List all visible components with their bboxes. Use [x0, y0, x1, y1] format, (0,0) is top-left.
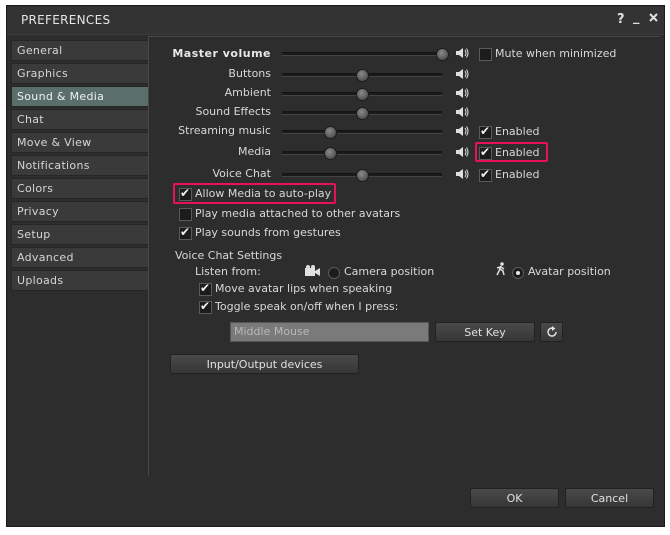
streaming-music-volume-knob[interactable] — [323, 126, 337, 139]
tab-uploads[interactable]: Uploads — [11, 270, 149, 291]
move-lips-checkbox[interactable] — [199, 281, 212, 296]
reset-key-button[interactable] — [540, 322, 563, 342]
play-attached-media-label: Play media attached to other avatars — [195, 207, 401, 220]
minimize-button[interactable]: _ — [633, 10, 640, 25]
play-gestures-label: Play sounds from gestures — [195, 226, 341, 239]
refresh-icon — [546, 326, 557, 337]
media-enabled-highlight — [475, 142, 548, 162]
tab-setup[interactable]: Setup — [11, 224, 149, 245]
mute-minimized-checkbox[interactable] — [479, 48, 492, 61]
camera-position-radio[interactable] — [328, 267, 340, 279]
title-bar[interactable]: PREFERENCES ? _ — [7, 6, 664, 35]
voice-chat-volume-knob[interactable] — [355, 169, 369, 182]
master-volume-knob[interactable] — [435, 48, 449, 61]
ambient-volume-knob[interactable] — [355, 88, 369, 101]
play-gestures-checkbox[interactable] — [179, 225, 192, 240]
close-icon — [649, 13, 658, 22]
speak-key-field[interactable]: Middle Mouse — [230, 322, 429, 342]
input-output-devices-button[interactable]: Input/Output devices — [170, 354, 359, 374]
toggle-speak-checkbox[interactable] — [199, 299, 212, 314]
voice-chat-enabled-label: Enabled — [495, 168, 540, 181]
speaker-icon[interactable] — [455, 87, 469, 99]
move-lips-label: Move avatar lips when speaking — [215, 282, 393, 295]
voice-chat-enabled-checkbox[interactable] — [479, 167, 492, 182]
streaming-music-enabled-checkbox[interactable] — [479, 124, 492, 139]
camera-position-label: Camera position — [344, 265, 435, 278]
ambient-volume-label: Ambient — [224, 86, 271, 99]
tab-colors[interactable]: Colors — [11, 178, 149, 199]
allow-autoplay-highlight — [173, 183, 336, 204]
sound-effects-volume-label: Sound Effects — [195, 105, 271, 118]
sound-media-panel: Master volume Mute when minimized Button… — [148, 36, 660, 476]
cancel-button[interactable]: Cancel — [565, 488, 654, 508]
avatar-position-radio[interactable] — [512, 267, 524, 279]
speaker-icon[interactable] — [455, 146, 469, 158]
tab-privacy[interactable]: Privacy — [11, 201, 149, 222]
listen-from-label: Listen from: — [195, 265, 261, 278]
play-attached-media-checkbox[interactable] — [179, 208, 192, 221]
buttons-volume-knob[interactable] — [355, 69, 369, 82]
voice-settings-heading: Voice Chat Settings — [175, 249, 283, 262]
voice-chat-volume-label: Voice Chat — [212, 167, 271, 180]
speaker-icon[interactable] — [455, 68, 469, 80]
master-volume-label: Master volume — [172, 47, 271, 60]
master-volume-slider[interactable] — [282, 52, 442, 56]
ok-button[interactable]: OK — [470, 488, 559, 508]
speaker-icon[interactable] — [455, 168, 469, 180]
streaming-music-volume-slider[interactable] — [282, 130, 442, 134]
speaker-icon[interactable] — [455, 47, 469, 59]
media-volume-knob[interactable] — [323, 147, 337, 160]
speaker-icon[interactable] — [455, 125, 469, 137]
mute-minimized-label: Mute when minimized — [495, 47, 617, 60]
preferences-window: PREFERENCES ? _ General Graphics Sound &… — [6, 5, 665, 527]
window-title: PREFERENCES — [21, 13, 111, 27]
camera-icon — [305, 265, 320, 276]
help-button[interactable]: ? — [617, 12, 625, 27]
media-volume-label: Media — [237, 145, 271, 158]
streaming-music-volume-label: Streaming music — [178, 124, 271, 137]
speaker-icon[interactable] — [455, 106, 469, 118]
tab-advanced[interactable]: Advanced — [11, 247, 149, 268]
media-volume-slider[interactable] — [282, 151, 442, 155]
toggle-speak-label: Toggle speak on/off when I press: — [215, 300, 399, 313]
avatar-position-label: Avatar position — [528, 265, 611, 278]
set-key-button[interactable]: Set Key — [435, 322, 535, 342]
streaming-music-enabled-label: Enabled — [495, 125, 540, 138]
close-button[interactable] — [649, 11, 658, 26]
buttons-volume-label: Buttons — [228, 67, 271, 80]
walking-avatar-icon — [496, 262, 505, 276]
sound-effects-volume-knob[interactable] — [355, 107, 369, 120]
